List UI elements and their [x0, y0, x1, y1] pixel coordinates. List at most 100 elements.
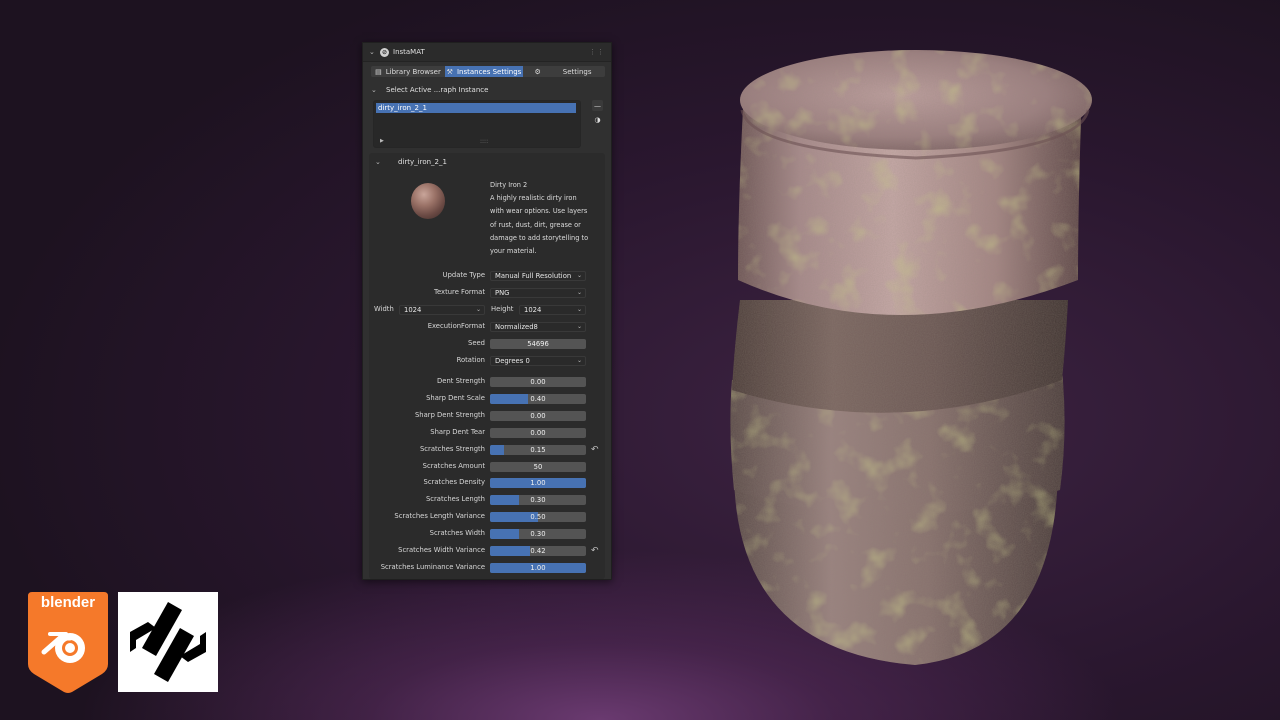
instamat-panel: ⌄ ⊘ InstaMAT ⋮⋮ ▤ Library Browser ⚒ Inst… [362, 42, 612, 580]
param-slider[interactable]: 0.40 [490, 393, 586, 404]
execution-format-label: ExecutionFormat [427, 322, 485, 330]
chevron-down-icon: ⌄ [576, 357, 582, 364]
description-line: of rust, dust, dirt, grease or [490, 220, 581, 229]
instamat-icon: ⊘ [380, 47, 389, 57]
panel-title: InstaMAT [393, 48, 425, 56]
blender-logo: blender [26, 590, 110, 696]
param-label: Scratches Amount [422, 461, 485, 470]
texture-format-dropdown[interactable]: PNG ⌄ [490, 288, 586, 298]
tab-settings[interactable]: ⚙ Settings [523, 66, 603, 77]
execution-format-dropdown[interactable]: Normalized8 ⌄ [490, 322, 586, 332]
width-value: 1024 [404, 306, 422, 314]
param-value: 0.00 [530, 411, 546, 420]
seed-label: Seed [468, 339, 485, 347]
chevron-down-icon: ⌄ [576, 323, 582, 330]
param-label: Dent Strength [437, 377, 485, 385]
height-label: Height [491, 305, 514, 313]
blender-wordmark: blender [40, 594, 96, 611]
instamat-logo-icon [130, 602, 206, 682]
section-title: dirty_iron_2_1 [398, 158, 447, 166]
texture-format-value: PNG [495, 289, 510, 297]
play-icon[interactable]: ▶ [380, 138, 384, 144]
param-label: Scratches Luminance Variance [380, 562, 485, 571]
param-label: Scratches Width [429, 529, 485, 538]
description-line: A highly realistic dirty iron [490, 194, 577, 203]
param-value: 50 [533, 462, 543, 471]
param-label: Scratches Strength [419, 444, 485, 453]
param-slider[interactable]: 1.00 [490, 478, 586, 489]
update-type-dropdown[interactable]: Manual Full Resolution ⌄ [490, 271, 586, 281]
height-dropdown[interactable]: 1024 ⌄ [519, 305, 586, 315]
param-slider[interactable]: 0.00 [490, 410, 586, 421]
tab-library-browser[interactable]: ▤ Library Browser [371, 66, 445, 77]
param-value: 0.00 [530, 428, 546, 437]
tab-label: Settings [562, 67, 592, 76]
param-value: 0.30 [530, 530, 546, 539]
height-value: 1024 [524, 306, 542, 314]
resize-grip-icon[interactable]: :::: [480, 138, 488, 145]
param-slider[interactable]: 0.15 [490, 444, 586, 455]
collapse-chevron-icon[interactable]: ⌄ [375, 158, 383, 166]
param-label: Scratches Width Variance [398, 546, 485, 554]
param-slider[interactable]: 50 [490, 461, 586, 472]
param-label: Sharp Dent Scale [426, 393, 485, 402]
select-active-label: Select Active ...raph Instance [386, 86, 489, 94]
param-slider[interactable]: 0.30 [490, 529, 586, 540]
folder-icon: ▤ [375, 67, 382, 76]
param-slider[interactable]: 0.00 [490, 427, 586, 438]
description-line: with wear options. Use layers [490, 207, 588, 216]
param-value: 0.15 [530, 445, 546, 454]
param-label: Sharp Dent Tear [430, 427, 485, 436]
chevron-down-icon: ⌄ [475, 306, 481, 313]
tab-label: Instances Settings [456, 67, 522, 76]
param-label: Scratches Length [425, 495, 485, 504]
instance-section: ⌄ dirty_iron_2_1 Dirty Iron 2 A highly r… [369, 153, 605, 579]
reset-icon[interactable]: ↶ [591, 546, 599, 556]
tools-icon: ⚒ [446, 67, 453, 76]
rusty-barrel-render [730, 50, 1092, 665]
param-slider[interactable]: 0.50 [490, 512, 586, 523]
material-ball-icon[interactable]: ◑ [592, 114, 603, 125]
material-preview-thumbnail [411, 183, 445, 219]
width-dropdown[interactable]: 1024 ⌄ [399, 305, 485, 315]
select-active-header[interactable]: ⌄ Select Active ...raph Instance [371, 83, 605, 97]
tab-instances-settings[interactable]: ⚒ Instances Settings [445, 66, 523, 77]
wrench-icon: ⚙ [534, 67, 541, 76]
section-header[interactable]: ⌄ dirty_iron_2_1 [369, 153, 605, 171]
description-line: your material. [490, 247, 537, 256]
param-value: 0.00 [530, 378, 546, 386]
chevron-down-icon: ⌄ [576, 289, 582, 296]
param-slider[interactable]: 0.00 [490, 377, 586, 387]
seed-value: 54696 [527, 340, 549, 348]
panel-tabs: ▤ Library Browser ⚒ Instances Settings ⚙… [371, 66, 605, 77]
chevron-down-icon: ⌄ [576, 306, 582, 313]
param-value: 0.40 [530, 394, 546, 403]
param-slider[interactable]: 0.30 [490, 495, 586, 506]
param-label: Scratches Density [423, 478, 485, 487]
drag-handle-icon[interactable]: ⋮⋮ [589, 48, 605, 56]
rotation-dropdown[interactable]: Degrees 0 ⌄ [490, 356, 586, 366]
collapse-chevron-icon[interactable]: ⌄ [369, 48, 377, 56]
description-line: damage to add storytelling to [490, 233, 589, 242]
param-value: 0.42 [530, 547, 546, 555]
panel-header[interactable]: ⌄ ⊘ InstaMAT ⋮⋮ [363, 43, 611, 62]
update-type-label: Update Type [442, 271, 485, 279]
collapse-chevron-icon[interactable]: ⌄ [371, 86, 379, 94]
width-label: Width [374, 305, 394, 313]
execution-format-value: Normalized8 [495, 323, 538, 331]
param-slider[interactable]: 1.00 [490, 562, 586, 573]
remove-instance-button[interactable]: — [592, 100, 603, 111]
graph-instance-list[interactable]: dirty_iron_2_1 ▶ :::: [373, 100, 581, 148]
seed-field[interactable]: 54696 [490, 339, 586, 349]
param-value: 0.30 [530, 496, 546, 505]
list-item-selected[interactable]: dirty_iron_2_1 [376, 103, 576, 113]
instamat-logo [118, 592, 218, 692]
param-value: 1.00 [530, 479, 546, 488]
param-label: Scratches Length Variance [394, 512, 485, 521]
chevron-down-icon: ⌄ [576, 272, 582, 279]
rotation-value: Degrees 0 [495, 357, 530, 365]
rotation-label: Rotation [456, 356, 485, 364]
reset-icon[interactable]: ↶ [591, 445, 599, 455]
param-slider[interactable]: 0.42 [490, 546, 586, 556]
param-label: Sharp Dent Strength [414, 410, 485, 419]
